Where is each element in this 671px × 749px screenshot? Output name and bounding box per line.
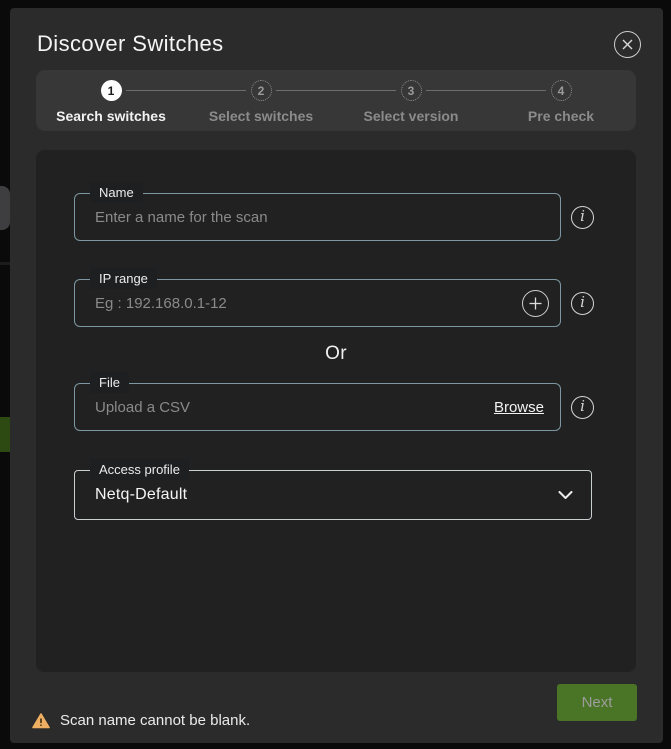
access-profile-field-row: Access profile Netq-Default [74, 470, 592, 520]
dialog-header: Discover Switches [37, 28, 641, 60]
or-divider-text: Or [36, 343, 636, 365]
browse-link[interactable]: Browse [494, 399, 544, 416]
discover-switches-dialog: Discover Switches 1 Search switches 2 Se… [10, 8, 663, 743]
stepper-step-select-switches[interactable]: 2 Select switches [186, 70, 336, 131]
access-profile-field-label: Access profile [90, 459, 189, 480]
step-connector-line [426, 90, 546, 91]
csv-file-input[interactable] [75, 399, 494, 416]
ip-range-field: IP range [74, 279, 561, 327]
background-page-fragment [0, 417, 10, 452]
scan-name-input[interactable] [75, 209, 560, 226]
file-field: File Browse [74, 383, 561, 431]
warning-triangle-icon [32, 713, 50, 729]
background-page-fragment [0, 186, 10, 230]
stepper-step-pre-check[interactable]: 4 Pre check [486, 70, 636, 131]
step-number-badge: 2 [251, 80, 272, 101]
circled-x-icon [622, 39, 633, 50]
name-field: Name [74, 193, 561, 241]
info-circle-icon[interactable]: i [571, 396, 594, 419]
step-number-badge: 4 [551, 80, 572, 101]
add-ip-range-button[interactable] [522, 290, 549, 317]
close-button[interactable] [614, 31, 641, 58]
chevron-down-icon [558, 491, 573, 500]
ip-range-input[interactable] [75, 295, 522, 312]
background-page-fragment [0, 262, 10, 265]
stepper-step-search-switches[interactable]: 1 Search switches [36, 70, 186, 131]
step-number-badge: 3 [401, 80, 422, 101]
step-label: Search switches [56, 108, 166, 124]
step-connector-line [126, 90, 246, 91]
info-circle-icon[interactable]: i [571, 206, 594, 229]
search-switches-form-panel: Name i IP range i Or [36, 150, 636, 672]
file-field-label: File [90, 372, 129, 393]
stepper-step-select-version[interactable]: 3 Select version [336, 70, 486, 131]
file-field-row: File Browse i [74, 383, 594, 431]
name-field-row: Name i [74, 193, 594, 241]
step-number-badge: 1 [101, 80, 122, 101]
access-profile-selected-value: Netq-Default [75, 486, 558, 504]
info-circle-icon[interactable]: i [571, 292, 594, 315]
step-connector-line [276, 90, 396, 91]
name-field-label: Name [90, 182, 143, 203]
access-profile-select[interactable]: Access profile Netq-Default [74, 470, 592, 520]
plus-circle-icon [529, 297, 542, 310]
warning-message: Scan name cannot be blank. [60, 712, 250, 729]
wizard-stepper: 1 Search switches 2 Select switches 3 Se… [36, 70, 636, 131]
step-label: Select switches [209, 108, 313, 124]
ip-range-field-row: IP range i [74, 279, 594, 327]
validation-warning: Scan name cannot be blank. [32, 712, 250, 729]
dialog-title: Discover Switches [37, 31, 224, 57]
step-label: Select version [364, 108, 459, 124]
ip-range-field-label: IP range [90, 268, 157, 289]
step-label: Pre check [528, 108, 594, 124]
next-button[interactable]: Next [557, 684, 637, 721]
